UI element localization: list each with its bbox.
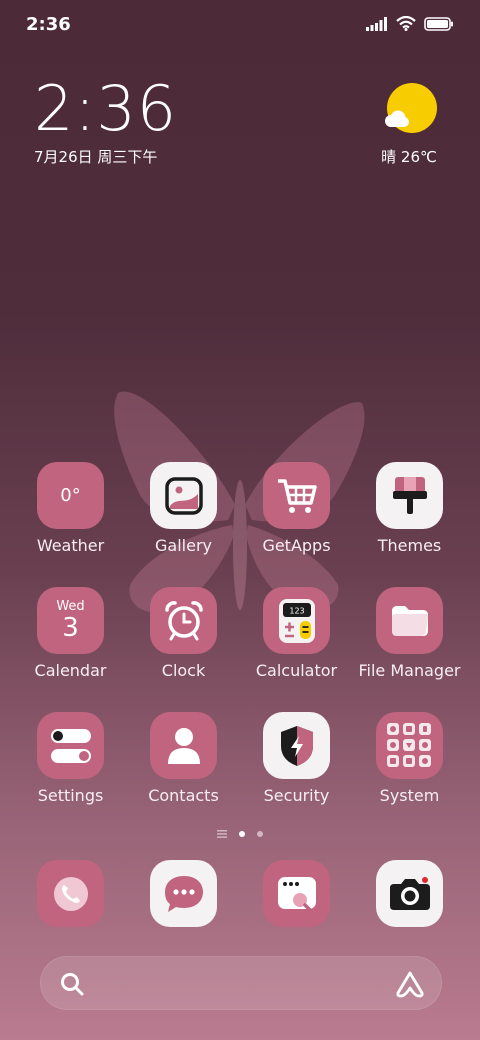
signal-icon	[366, 16, 387, 31]
calendar-icon-date: 3	[62, 612, 79, 643]
app-themes[interactable]: Themes	[353, 462, 466, 587]
app-grid: 0° Weather Gallery GetApps Themes Wed 3 …	[14, 462, 466, 837]
app-file-manager[interactable]: File Manager	[353, 587, 466, 712]
gallery-icon[interactable]	[150, 462, 217, 529]
app-label-weather: Weather	[36, 536, 105, 555]
app-label-contacts: Contacts	[148, 786, 219, 805]
app-settings[interactable]: Settings	[14, 712, 127, 837]
weather-icon-temp: 0°	[60, 485, 81, 506]
camera-icon[interactable]	[376, 860, 443, 927]
wifi-icon	[396, 16, 416, 31]
weather-widget[interactable]: 晴 26℃	[374, 82, 444, 167]
app-getapps[interactable]: GetApps	[240, 462, 353, 587]
app-security[interactable]: Security	[240, 712, 353, 837]
calculator-icon[interactable]: 123	[263, 587, 330, 654]
app-label-file-manager: File Manager	[358, 661, 461, 680]
assistant-icon[interactable]	[395, 970, 425, 998]
toggles-icon[interactable]	[37, 712, 104, 779]
browser-icon[interactable]	[263, 860, 330, 927]
clock-widget[interactable]: 2:36 7月26日 周三下午	[34, 78, 177, 167]
app-contacts[interactable]: Contacts	[127, 712, 240, 837]
app-clock[interactable]: Clock	[127, 587, 240, 712]
app-row: Wed 3 Calendar Clock 123 Calculator File…	[14, 587, 466, 712]
app-label-themes: Themes	[377, 536, 442, 555]
widget-time: 2:36	[34, 72, 178, 145]
app-label-system: System	[379, 786, 440, 805]
phone-icon[interactable]	[37, 860, 104, 927]
dock-phone[interactable]	[14, 860, 127, 927]
app-weather[interactable]: 0° Weather	[14, 462, 127, 587]
app-label-gallery: Gallery	[155, 536, 212, 555]
widget-date: 7月26日 周三下午	[34, 148, 158, 166]
app-gallery[interactable]: Gallery	[127, 462, 240, 587]
dock	[14, 860, 466, 927]
cart-icon[interactable]	[263, 462, 330, 529]
app-row: Settings Contacts Security System	[14, 712, 466, 837]
app-system[interactable]: System	[353, 712, 466, 837]
folder-icon[interactable]	[376, 587, 443, 654]
status-icons	[366, 16, 454, 31]
page-indicator[interactable]	[0, 830, 480, 838]
battery-icon	[424, 16, 453, 31]
page-list-icon[interactable]	[217, 830, 227, 838]
app-label-clock: Clock	[161, 661, 206, 680]
page-dot-active[interactable]	[239, 831, 245, 837]
app-calendar[interactable]: Wed 3 Calendar	[14, 587, 127, 712]
dock-camera[interactable]	[353, 860, 466, 927]
folder-grid-icon[interactable]	[376, 712, 443, 779]
person-icon[interactable]	[150, 712, 217, 779]
weather-text: 晴 26℃	[381, 148, 437, 166]
search-icon[interactable]	[59, 971, 85, 997]
app-label-calendar: Calendar	[34, 661, 107, 680]
page-dot[interactable]	[257, 831, 263, 837]
dock-browser[interactable]	[240, 860, 353, 927]
status-bar: 2:36	[0, 0, 480, 50]
status-time: 2:36	[26, 14, 71, 35]
shield-icon[interactable]	[263, 712, 330, 779]
sun-cloud-icon	[385, 83, 437, 133]
weather-icon[interactable]: 0°	[37, 462, 104, 529]
app-label-security: Security	[263, 786, 330, 805]
calculator-icon-display: 123	[289, 606, 304, 615]
app-label-getapps: GetApps	[262, 536, 331, 555]
dock-messages[interactable]	[127, 860, 240, 927]
calendar-icon[interactable]: Wed 3	[37, 587, 104, 654]
alarm-clock-icon[interactable]	[150, 587, 217, 654]
app-label-calculator: Calculator	[255, 661, 338, 680]
search-bar[interactable]	[40, 956, 442, 1010]
app-row: 0° Weather Gallery GetApps Themes	[14, 462, 466, 587]
calendar-icon-day: Wed	[56, 598, 85, 614]
brush-icon[interactable]	[376, 462, 443, 529]
app-label-settings: Settings	[37, 786, 104, 805]
app-calculator[interactable]: 123 Calculator	[240, 587, 353, 712]
chat-bubble-icon[interactable]	[150, 860, 217, 927]
